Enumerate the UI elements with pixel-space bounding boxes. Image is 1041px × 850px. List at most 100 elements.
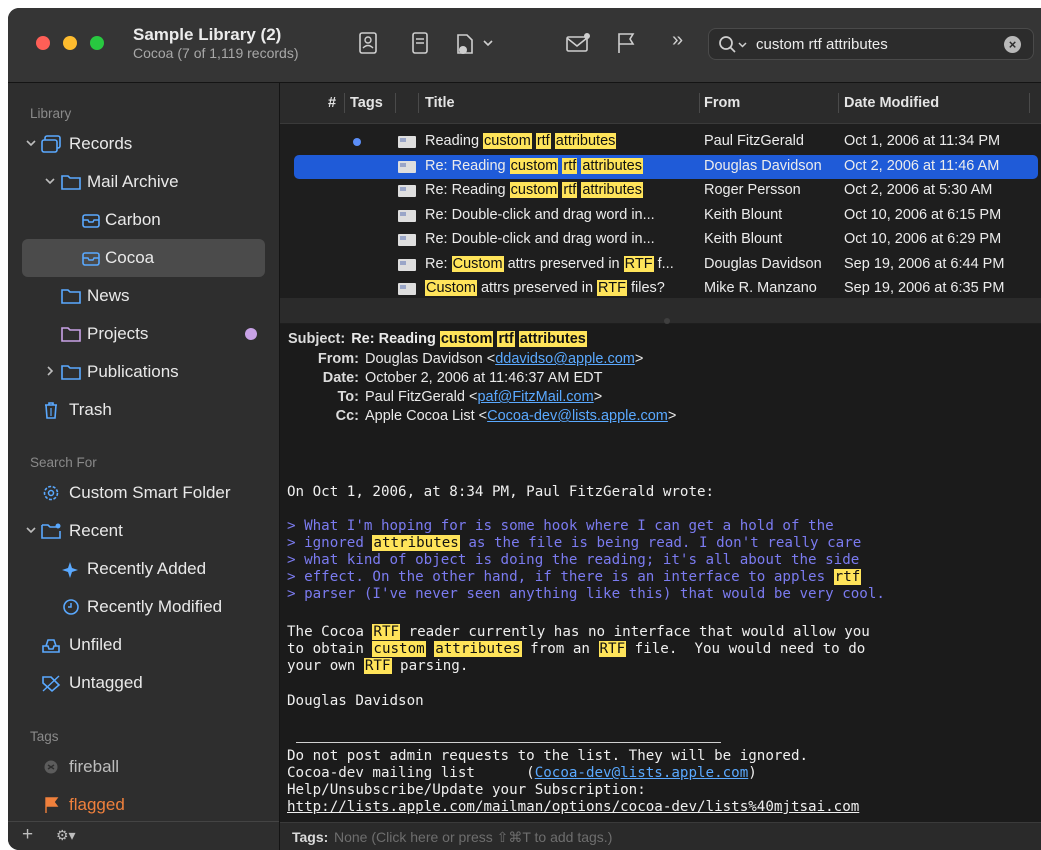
column-date-modified[interactable]: Date Modified [844,95,939,111]
sidebar-item-label: Untagged [69,673,143,692]
contact-card-icon[interactable] [353,28,383,58]
email-icon [398,209,416,222]
header-key: From: [317,351,359,367]
quote-line: > effect. On the other hand, if there is… [287,569,862,585]
sidebar-item-tag-fireball[interactable]: fireball [22,748,265,786]
header-key: Date: [322,370,359,386]
chevron-down-icon[interactable] [25,524,37,536]
sidebar-item-publications[interactable]: Publications [22,353,265,391]
sidebar-item-unfiled[interactable]: Unfiled [22,626,265,664]
quote-line: > ignored attributes as the file is bein… [287,535,862,551]
sidebar-item-recently-modified[interactable]: Recently Modified [22,588,265,626]
flag-icon[interactable] [611,28,641,58]
folder-icon [61,175,81,190]
tags-placeholder[interactable]: None (Click here or press ⇧⌘T to add tag… [334,829,612,846]
sidebar-item-projects[interactable]: Projects [22,315,265,353]
title-cell: Re: Double-click and drag word in... [425,206,655,223]
tag-icon [44,760,58,774]
list-header: # Tags Title From Date Modified [280,83,1041,124]
title-cell: Reading custom rtf attributes [425,133,617,149]
mailbox-icon [82,252,100,266]
gear-icon [43,485,59,501]
from-cell: Mike R. Manzano [704,280,817,296]
search-field[interactable]: custom rtf attributes × [708,28,1034,60]
close-window-button[interactable] [36,36,50,50]
sidebar-bottom-bar: + ⚙▾ [8,821,279,850]
email-icon [398,283,416,295]
table-row[interactable]: Re: Reading custom rtf attributes Roger P… [294,179,1038,204]
sidebar-item-recently-added[interactable]: Recently Added [22,550,265,588]
chevron-right-icon[interactable] [44,365,56,377]
sidebar-item-records[interactable]: Records [22,125,265,163]
column-separator [418,93,419,113]
column-tags[interactable]: Tags [350,95,383,111]
column-title[interactable]: Title [425,95,455,111]
sidebar-item-carbon[interactable]: Carbon [22,201,265,239]
quote-line: > What I'm hoping for is some hook where… [287,518,834,534]
title-cell: Re: Double-click and drag word in... [425,231,655,247]
from-email-link[interactable]: ddavidso@apple.com [495,351,635,367]
body-line: your own RTF parsing. [287,658,469,674]
sidebar-item-cocoa[interactable]: Cocoa [22,239,265,277]
window-subtitle: Cocoa (7 of 1,119 records) [133,45,299,61]
footer-line: Cocoa-dev mailing list (Cocoa-dev@lists.… [287,765,757,781]
date-cell: Sep 19, 2006 at 6:35 PM [844,280,1005,296]
folder-icon [61,289,81,304]
table-row[interactable]: Reading custom rtf attributes Paul FitzGe… [294,130,1038,155]
gear-menu-icon[interactable]: ⚙▾ [56,827,76,844]
trash-icon [45,402,57,419]
close-angle: > [634,351,644,367]
email-icon [398,185,416,197]
footer-line: Help/Unsubscribe/Update your Subscriptio… [287,782,646,798]
add-icon[interactable]: + [22,824,33,846]
sidebar-section-search: Search For [30,455,97,470]
sidebar-item-label: Publications [87,362,179,381]
title-cell: Re: Reading custom rtf attributes [425,157,643,174]
footer-line: Do not post admin requests to the list. … [287,748,809,764]
sidebar-item-news[interactable]: News [22,277,265,315]
zoom-window-button[interactable] [90,36,104,50]
sidebar-item-label: Cocoa [105,248,155,267]
minimize-window-button[interactable] [63,36,77,50]
sidebar-item-custom-smart-folder[interactable]: Custom Smart Folder [22,474,265,512]
app-window: Sample Library (2) Cocoa (7 of 1,119 rec… [8,8,1041,850]
quote-line: > parser (I've never seen anything like … [287,586,885,602]
chevron-down-icon[interactable] [25,137,37,149]
table-row[interactable]: Re: Double-click and drag word in... Keit… [294,228,1038,253]
chevron-down-icon[interactable] [44,175,56,187]
search-input[interactable]: custom rtf attributes [756,36,888,53]
header-subject: Subject: Re: Reading custom rtf attribute… [288,331,587,347]
date-cell: Oct 2, 2006 at 5:30 AM [844,182,993,198]
sidebar-item-label: Records [69,134,133,153]
tags-label: Tags: [292,829,329,845]
unsubscribe-link[interactable]: http://lists.apple.com/mailman/options/c… [287,799,859,815]
records-icon [41,135,61,153]
sidebar-item-tag-flagged[interactable]: flagged [22,786,265,824]
toolbar-overflow-icon[interactable]: » [672,29,694,59]
from-cell: Roger Persson [704,182,801,198]
cc-email-link[interactable]: Cocoa-dev@lists.apple.com [487,408,668,424]
document-icon[interactable] [405,28,435,58]
mail-icon[interactable] [563,28,593,58]
date-value: October 2, 2006 at 11:46:37 AM EDT [365,370,603,386]
sidebar-item-untagged[interactable]: Untagged [22,664,265,702]
quote-line: > what kind of object is doing the readi… [287,552,860,568]
mailing-list-email-link[interactable]: Cocoa-dev@lists.apple.com [535,765,749,781]
column-number[interactable]: # [328,95,336,111]
to-email-link[interactable]: paf@FitzMail.com [477,389,593,405]
table-row[interactable]: Re: Custom attrs preserved in RTF f... Do… [294,253,1038,278]
share-icon[interactable] [450,28,496,58]
tags-bar[interactable]: Tags: None (Click here or press ⇧⌘T to a… [280,822,1041,850]
sidebar-item-label: flagged [69,795,125,814]
attribution-line: On Oct 1, 2006, at 8:34 PM, Paul FitzGer… [287,484,715,500]
search-icon[interactable] [718,35,750,55]
table-row[interactable]: Re: Reading custom rtf attributes Douglas… [294,154,1038,179]
sidebar: Library Records Mail Archive Carbon Coco… [8,83,280,850]
sidebar-item-mail-archive[interactable]: Mail Archive [22,163,265,201]
clear-search-icon[interactable]: × [1004,36,1021,53]
close-angle: > [667,408,677,424]
sidebar-item-trash[interactable]: Trash [22,391,265,429]
column-from[interactable]: From [704,95,740,111]
sidebar-item-recent[interactable]: Recent [22,512,265,550]
table-row[interactable]: Re: Double-click and drag word in... Keit… [294,204,1038,229]
